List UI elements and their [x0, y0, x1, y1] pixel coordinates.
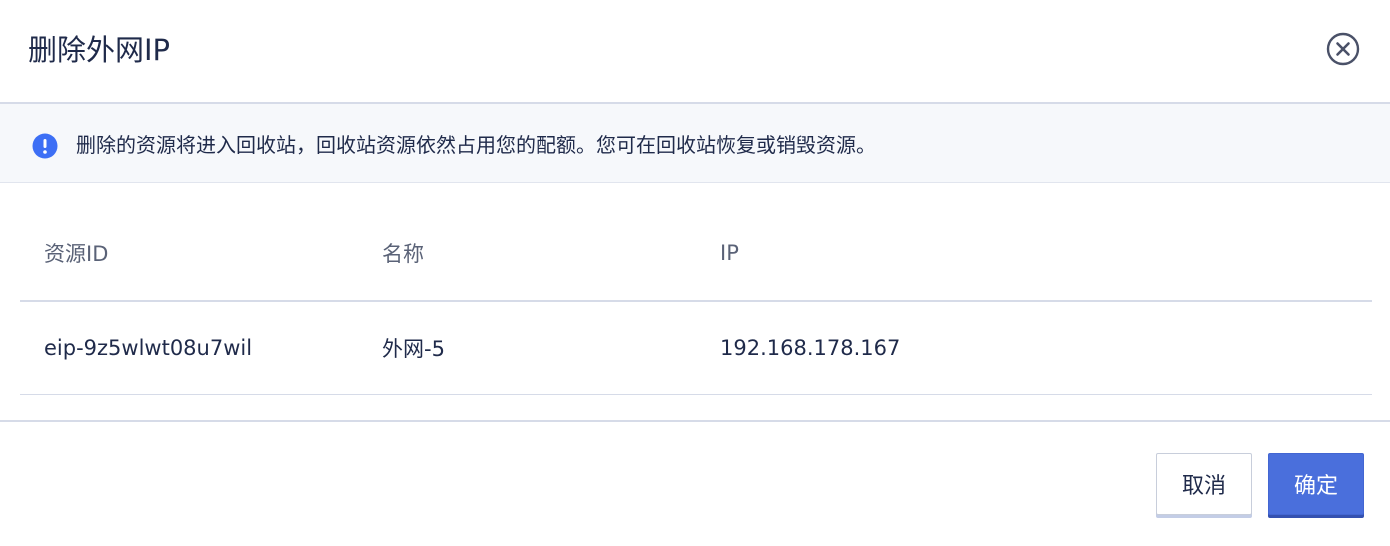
cell-resource-id: eip-9z5wlwt08u7wil	[44, 336, 253, 360]
column-header-name: 名称	[382, 242, 424, 266]
footer-divider	[0, 420, 1390, 422]
notice-text: 删除的资源将进入回收站，回收站资源依然占用您的配额。您可在回收站恢复或销毁资源。	[76, 133, 876, 157]
cancel-button[interactable]: 取消	[1156, 453, 1252, 515]
dialog-title: 删除外网IP	[28, 33, 171, 67]
info-circle-icon	[32, 133, 58, 159]
column-header-ip: IP	[720, 241, 739, 265]
close-icon[interactable]	[1326, 32, 1360, 66]
dialog-header: 删除外网IP	[0, 0, 1390, 104]
cell-ip: 192.168.178.167	[720, 336, 901, 360]
table-row: eip-9z5wlwt08u7wil 外网-5 192.168.178.167	[20, 302, 1372, 395]
confirm-button[interactable]: 确定	[1268, 453, 1364, 515]
resource-table: 资源ID 名称 IP eip-9z5wlwt08u7wil 外网-5 192.1…	[20, 206, 1372, 395]
table-header: 资源ID 名称 IP	[20, 206, 1372, 302]
delete-eip-dialog: 删除外网IP 删除的资源将进入回收站，回收站资源依然占用您的配额。您可在回收站恢…	[0, 0, 1390, 546]
column-header-resource-id: 资源ID	[44, 242, 109, 266]
cell-name: 外网-5	[382, 337, 445, 361]
